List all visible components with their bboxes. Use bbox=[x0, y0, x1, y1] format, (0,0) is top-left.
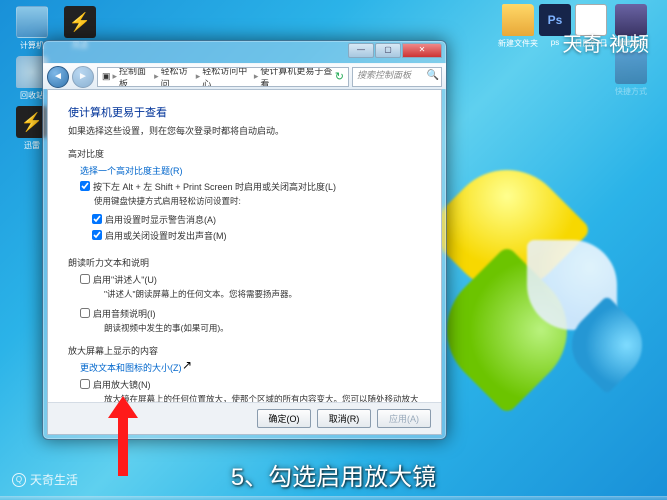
instruction-caption: 5、勾选启用放大镜 bbox=[231, 457, 436, 492]
button-bar: 确定(O) 取消(R) 应用(A) bbox=[48, 402, 441, 434]
forward-button[interactable]: ► bbox=[72, 66, 94, 88]
checkbox-magnifier[interactable] bbox=[80, 379, 90, 389]
link-textsize[interactable]: 更改文本和图标的大小(Z) bbox=[80, 361, 182, 374]
back-button[interactable]: ◄ bbox=[47, 66, 69, 88]
titlebar: — ▢ ✕ bbox=[43, 41, 446, 63]
breadcrumb[interactable]: ▣ ▸控制面板 ▸轻松访问 ▸轻松访问中心 ▸使计算机更易于查看 ↻ bbox=[97, 67, 349, 87]
close-button[interactable]: ✕ bbox=[402, 43, 442, 58]
checkbox-warn[interactable] bbox=[92, 214, 102, 224]
search-input[interactable]: 搜索控制面板 bbox=[352, 67, 442, 87]
content-pane: 使计算机更易于查看 如果选择这些设置，则在您每次登录时都将自动启动。 高对比度 … bbox=[47, 89, 442, 435]
checkbox-printscreen[interactable] bbox=[80, 181, 90, 191]
link-theme[interactable]: 选择一个高对比度主题(R) bbox=[80, 164, 183, 177]
checkbox-narrator[interactable] bbox=[80, 274, 90, 284]
page-title: 使计算机更易于查看 bbox=[68, 104, 421, 120]
apply-button[interactable]: 应用(A) bbox=[377, 409, 431, 428]
taskbar[interactable] bbox=[0, 496, 667, 500]
watermark-top-right: 天奇·视频 bbox=[562, 28, 649, 57]
watermark-bottom-left: Q天奇生活 bbox=[12, 471, 78, 488]
checkbox-audio-desc[interactable] bbox=[80, 308, 90, 318]
cursor-icon bbox=[182, 361, 192, 375]
navbar: ◄ ► ▣ ▸控制面板 ▸轻松访问 ▸轻松访问中心 ▸使计算机更易于查看 ↻ 搜… bbox=[43, 63, 446, 89]
section-magnify: 放大屏幕上显示的内容 bbox=[68, 344, 421, 357]
section-narrator: 朗读听力文本和说明 bbox=[68, 256, 421, 269]
desktop-icon-shortcut[interactable]: 快捷方式 bbox=[607, 52, 655, 97]
cancel-button[interactable]: 取消(R) bbox=[317, 409, 371, 428]
ok-button[interactable]: 确定(O) bbox=[257, 409, 311, 428]
scroll-area[interactable]: 使计算机更易于查看 如果选择这些设置，则在您每次登录时都将自动启动。 高对比度 … bbox=[48, 90, 441, 402]
folder-icon: ▣ bbox=[102, 71, 111, 82]
page-subtitle: 如果选择这些设置，则在您每次登录时都将自动启动。 bbox=[68, 124, 421, 137]
control-panel-window: — ▢ ✕ ◄ ► ▣ ▸控制面板 ▸轻松访问 ▸轻松访问中心 ▸使计算机更易于… bbox=[42, 40, 447, 440]
checkbox-sound[interactable] bbox=[92, 230, 102, 240]
section-contrast: 高对比度 bbox=[68, 147, 421, 160]
refresh-icon[interactable]: ↻ bbox=[335, 70, 344, 83]
minimize-button[interactable]: — bbox=[348, 43, 374, 58]
maximize-button[interactable]: ▢ bbox=[375, 43, 401, 58]
instruction-arrow bbox=[108, 396, 138, 476]
